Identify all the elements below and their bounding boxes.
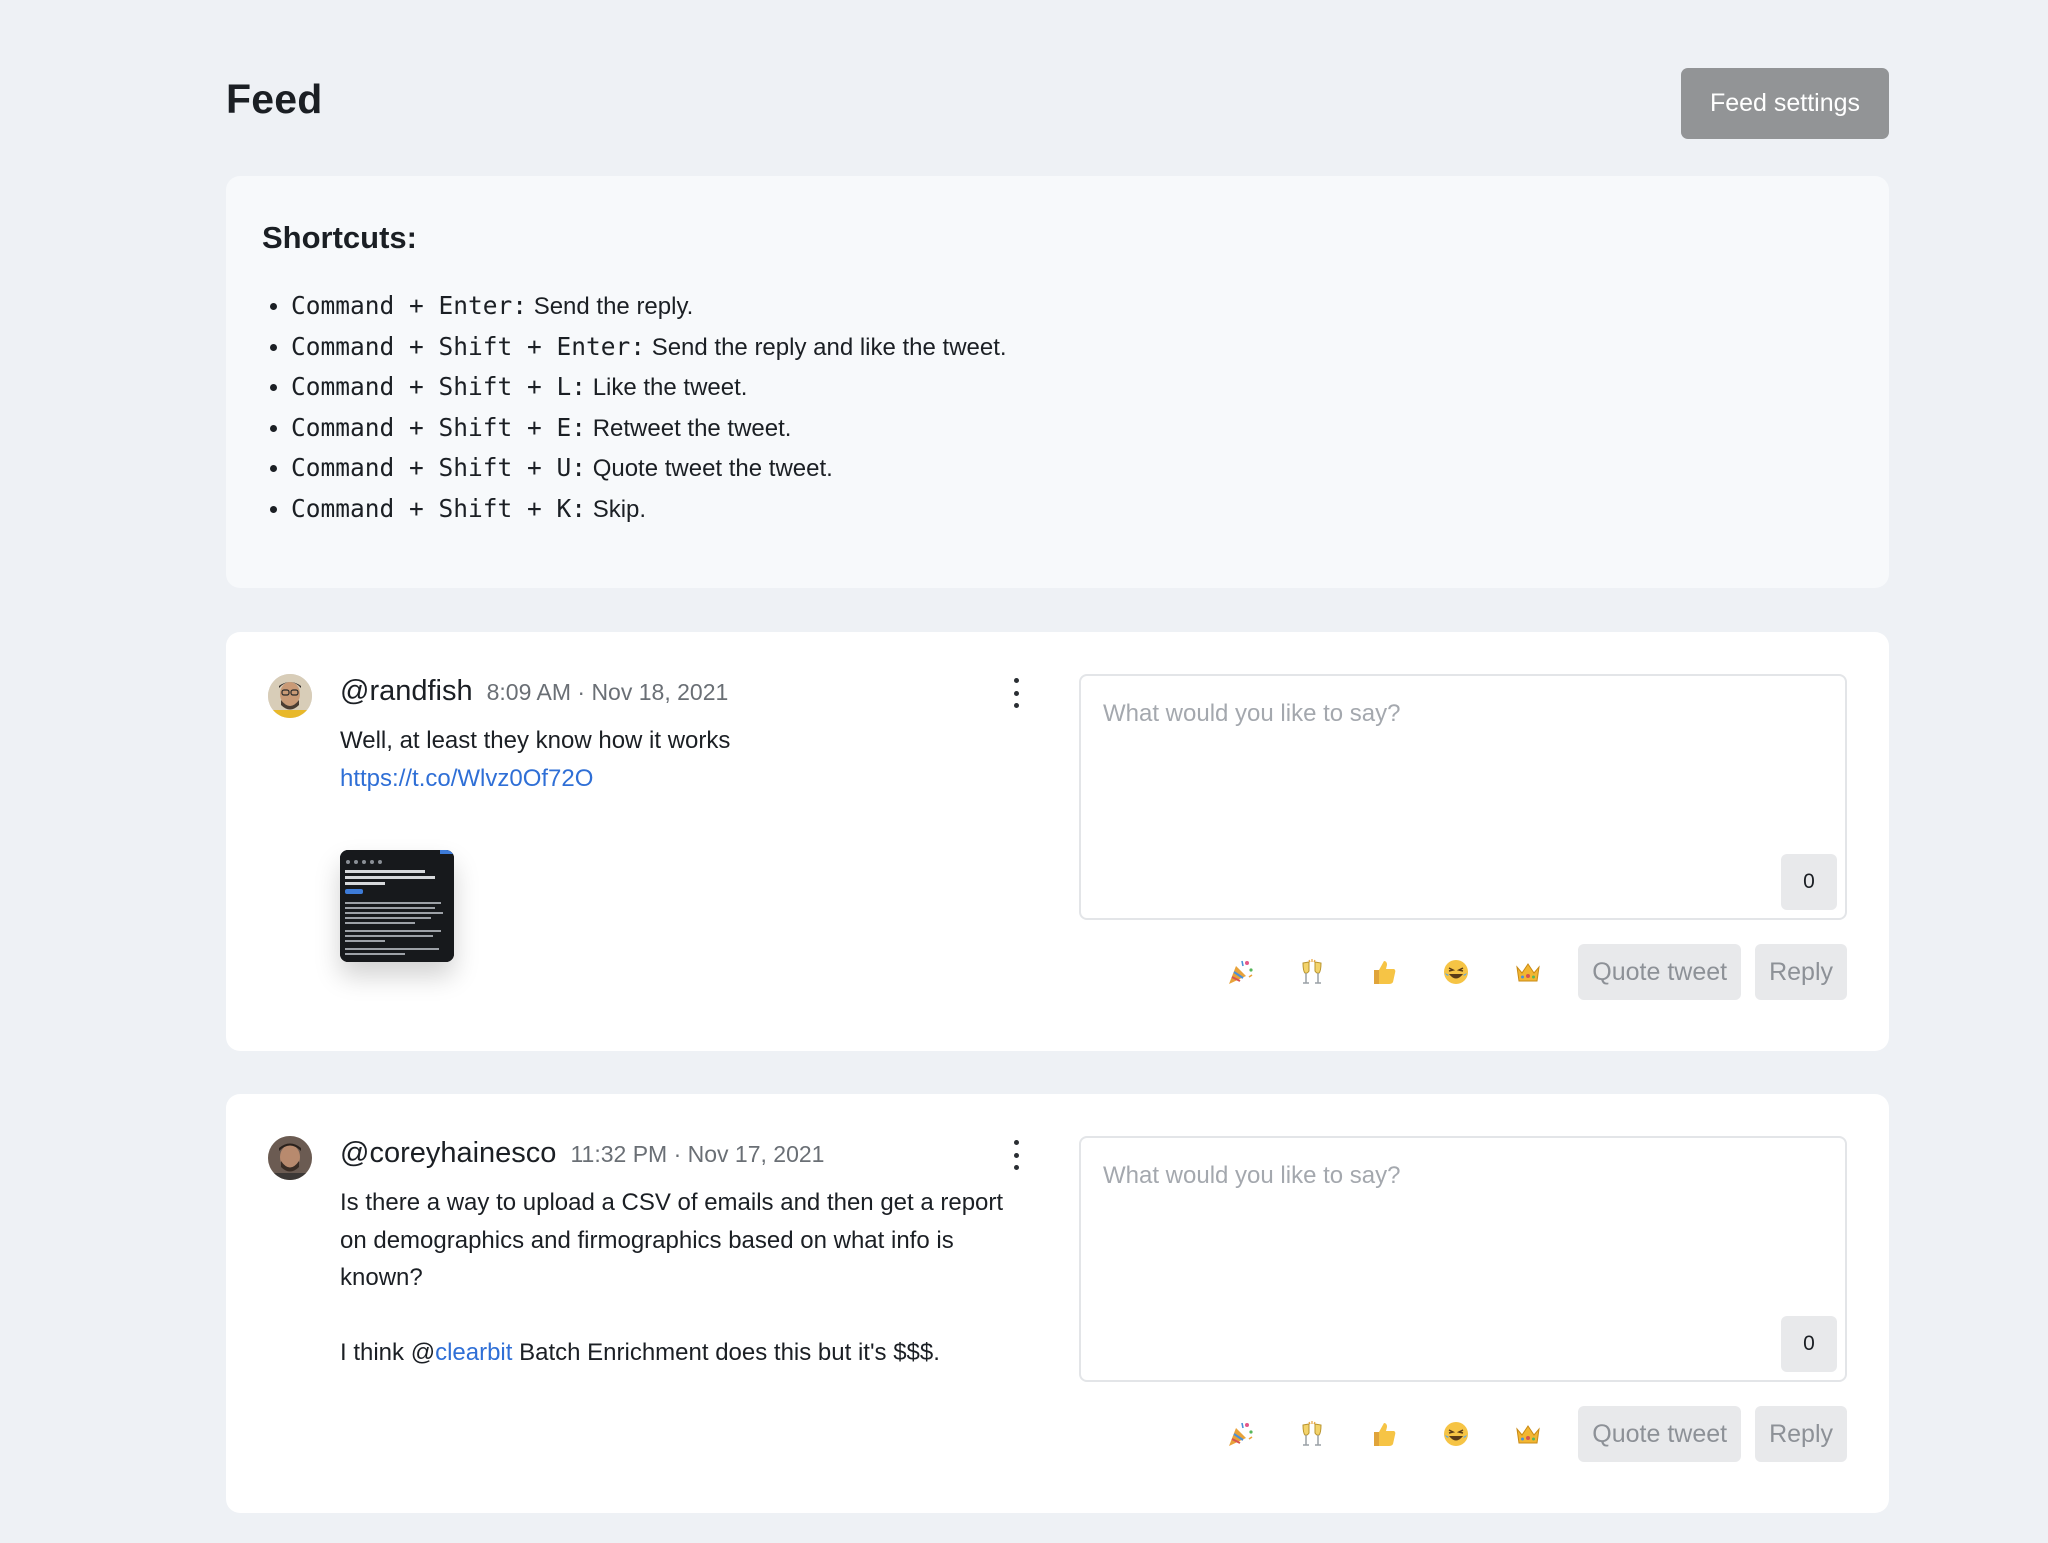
mention-link[interactable]: clearbit <box>435 1339 512 1366</box>
clinking-glasses-icon[interactable] <box>1276 944 1348 1000</box>
shortcuts-list: Command + Enter: Send the reply. Command… <box>262 286 1853 529</box>
shortcut-item: Command + Enter: Send the reply. <box>291 286 1853 327</box>
reply-box: 0 <box>1079 1136 1847 1382</box>
quote-tweet-button[interactable]: Quote tweet <box>1578 1406 1742 1462</box>
reply-input[interactable] <box>1101 1160 1825 1314</box>
shortcut-description: Send the reply and like the tweet. <box>651 333 1007 361</box>
shortcut-item: Command + Shift + U: Quote tweet the twe… <box>291 448 1853 489</box>
tweet-card: @randfish 8:09 AM · Nov 18, 2021 Well, a… <box>226 632 1889 1051</box>
tweet-time: 8:09 AM · Nov 18, 2021 <box>486 679 729 705</box>
shortcut-keys: Command + Shift + L: <box>291 372 587 401</box>
shortcut-description: Like the tweet. <box>592 374 748 401</box>
tweet-media-thumbnail[interactable] <box>340 850 454 962</box>
tweet-paragraph: Is there a way to upload a CSV of emails… <box>340 1189 1004 1291</box>
shortcut-item: Command + Shift + L: Like the tweet. <box>291 367 1853 408</box>
avatar[interactable] <box>268 674 312 718</box>
shortcut-item: Command + Shift + E: Retweet the tweet. <box>291 408 1853 449</box>
tweet-paragraph: I think @clearbit Batch Enrichment does … <box>340 1339 940 1366</box>
reply-box: 0 <box>1079 674 1847 920</box>
tweet-header: @randfish 8:09 AM · Nov 18, 2021 <box>340 675 728 708</box>
tweet-header: @coreyhainesco 11:32 PM · Nov 17, 2021 <box>340 1137 824 1170</box>
party-popper-icon[interactable] <box>1204 1406 1276 1462</box>
page-title: Feed <box>226 76 323 122</box>
crown-icon[interactable] <box>1492 944 1564 1000</box>
thumbs-up-icon[interactable] <box>1348 944 1420 1000</box>
tweet-menu-icon[interactable] <box>1004 678 1028 708</box>
reply-input[interactable] <box>1101 698 1825 852</box>
laughing-face-icon[interactable] <box>1420 1406 1492 1462</box>
tweet-time: 11:32 PM · Nov 17, 2021 <box>570 1141 825 1167</box>
shortcut-description: Send the reply. <box>533 293 694 320</box>
reply-button[interactable]: Reply <box>1755 944 1847 1000</box>
clinking-glasses-icon[interactable] <box>1276 1406 1348 1462</box>
avatar[interactable] <box>268 1136 312 1180</box>
tweet-menu-icon[interactable] <box>1004 1140 1028 1170</box>
reply-actions: Quote tweet Reply <box>1079 1406 1847 1462</box>
tweet-handle[interactable]: @coreyhainesco <box>340 1137 556 1170</box>
shortcut-keys: Command + Shift + K: <box>291 493 587 523</box>
tweet-text: Well, at least they know how it works ht… <box>340 722 1020 797</box>
tweet-link[interactable]: https://t.co/Wlvz0Of72O <box>340 765 593 792</box>
shortcut-item: Command + Shift + Enter: Send the reply … <box>291 327 1853 368</box>
laughing-face-icon[interactable] <box>1420 944 1492 1000</box>
reply-actions: Quote tweet Reply <box>1079 944 1847 1000</box>
shortcut-keys: Command + Shift + E: <box>291 412 587 442</box>
tweet-handle[interactable]: @randfish <box>340 675 473 708</box>
shortcut-keys: Command + Shift + Enter: <box>291 331 646 361</box>
shortcut-description: Retweet the tweet. <box>592 414 792 442</box>
crown-icon[interactable] <box>1492 1406 1564 1462</box>
shortcuts-title: Shortcuts: <box>262 220 417 255</box>
tweet-card: @coreyhainesco 11:32 PM · Nov 17, 2021 I… <box>226 1094 1889 1513</box>
feed-settings-button[interactable]: Feed settings <box>1681 68 1889 139</box>
shortcut-keys: Command + Shift + U: <box>291 453 587 482</box>
tweet-text: Is there a way to upload a CSV of emails… <box>340 1184 1020 1372</box>
character-counter: 0 <box>1781 1316 1837 1372</box>
shortcut-item: Command + Shift + K: Skip. <box>291 489 1853 530</box>
party-popper-icon[interactable] <box>1204 944 1276 1000</box>
thumbs-up-icon[interactable] <box>1348 1406 1420 1462</box>
shortcuts-panel: Shortcuts: Command + Enter: Send the rep… <box>226 176 1889 588</box>
tweet-text-line: Well, at least they know how it works <box>340 727 731 754</box>
quote-tweet-button[interactable]: Quote tweet <box>1578 944 1742 1000</box>
character-counter: 0 <box>1781 854 1837 910</box>
reply-button[interactable]: Reply <box>1755 1406 1847 1462</box>
shortcut-description: Quote tweet the tweet. <box>592 455 833 482</box>
shortcut-description: Skip. <box>592 495 647 523</box>
shortcut-keys: Command + Enter: <box>291 291 528 320</box>
